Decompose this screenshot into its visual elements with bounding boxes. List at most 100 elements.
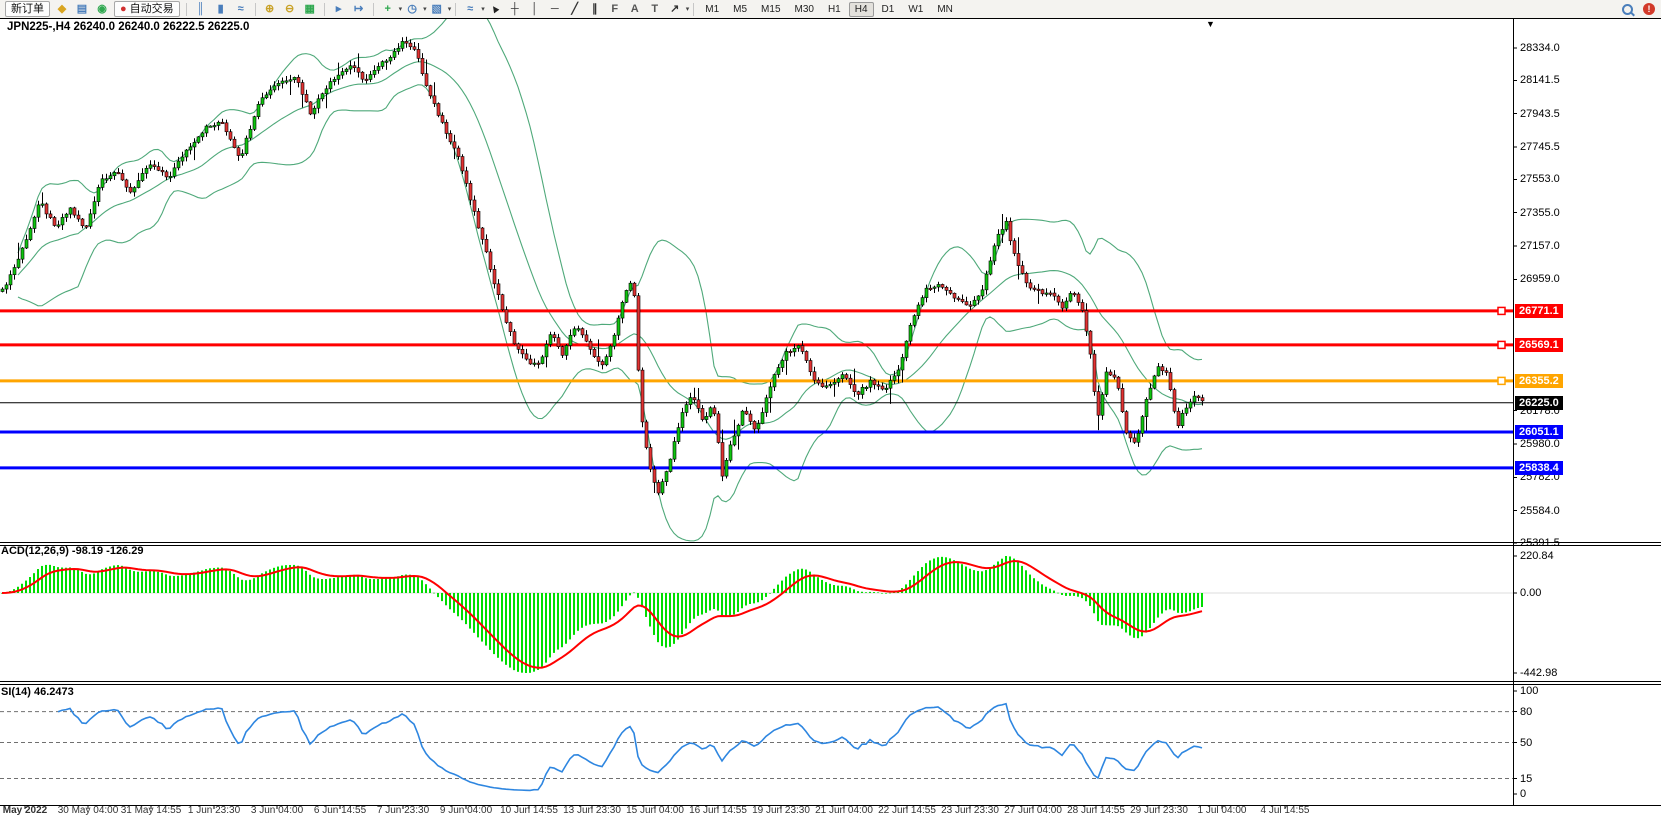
new-chart-icon[interactable]: ▤ [75,2,89,16]
time-axis-label: 7 Jun 23:30 [377,805,429,815]
toolbar-separator [693,3,694,16]
toolbar-separator [255,3,256,16]
line-chart-icon[interactable]: ≈ [234,2,248,16]
level-price-label: 26051.1 [1515,425,1563,439]
toolbar-separator [455,3,456,16]
chart-shift-icon[interactable]: ↦ [352,2,366,16]
time-axis-label: 27 Jun 04:00 [1004,805,1062,815]
auto-scroll-icon[interactable]: ▸ [332,2,346,16]
tf-m30[interactable]: M30 [789,2,820,17]
chart-shift-marker: ▼ [1206,19,1215,29]
time-axis-label: 10 Jun 14:55 [500,805,558,815]
macd-tick-label: 220.84 [1520,550,1554,562]
time-axis-label: 16 Jun 14:55 [689,805,747,815]
time-axis-label: 6 Jun 14:55 [314,805,366,815]
time-axis-label: 4 Jul 14:55 [1261,805,1310,815]
tf-w1[interactable]: W1 [902,2,929,17]
price-tick-label: 25980.0 [1520,438,1560,450]
level-price-label: 26771.1 [1515,304,1563,318]
level-price-label: 26569.1 [1515,338,1563,352]
macd-tick-label: -442.98 [1520,667,1557,679]
tf-m15[interactable]: M15 [755,2,786,17]
indicator-window-icon[interactable]: ≈ [463,2,477,16]
price-tick-label: 27553.0 [1520,173,1560,185]
zoom-out-icon[interactable]: ⊖ [283,2,297,16]
candlestick-chart-icon[interactable]: ▮ [214,2,228,16]
equidistant-channel-icon[interactable]: ∥ [588,2,602,16]
time-axis-label: 1 Jul 04:00 [1198,805,1247,815]
time-axis-label: 13 Jun 23:30 [563,805,621,815]
templates-button[interactable]: ▧ [430,2,444,16]
signals-icon[interactable]: ◉ [95,2,109,16]
time-axis-label: 30 May 04:00 [58,805,119,815]
rsi-tick-label: 100 [1520,685,1538,697]
fibonacci-icon[interactable]: F [608,2,622,16]
toolbar-separator [373,3,374,16]
trendline-icon[interactable]: ╱ [568,2,582,16]
search-icon[interactable] [1622,4,1633,15]
time-axis-label: 29 Jun 23:30 [1130,805,1188,815]
time-axis-label: 15 Jun 04:00 [626,805,684,815]
time-axis-label: 28 Jun 14:55 [1067,805,1125,815]
time-axis-label: 9 Jun 04:00 [440,805,492,815]
price-tick-label: 27355.0 [1520,207,1560,219]
zoom-in-icon[interactable]: ⊕ [263,2,277,16]
crosshair-icon[interactable]: ┼ [508,2,522,16]
tf-m5[interactable]: M5 [727,2,753,17]
price-tick-label: 25584.0 [1520,505,1560,517]
tf-d1[interactable]: D1 [876,2,901,17]
alerts-icon[interactable]: ! [1643,3,1655,15]
level-price-label: 26225.0 [1515,396,1563,410]
toolbar-separator [186,3,187,16]
price-tick-label: 27745.5 [1520,141,1560,153]
price-tick-label: 26959.0 [1520,273,1560,285]
market-watch-icon[interactable]: ◆ [55,2,69,16]
indicators-button[interactable]: + [381,2,395,16]
tf-mn[interactable]: MN [931,2,959,17]
tf-h1[interactable]: H1 [822,2,847,17]
tf-h4[interactable]: H4 [849,2,874,17]
time-axis-label: 1 Jun 23:30 [188,805,240,815]
macd-label: ACD(12,26,9) -98.19 -126.29 [1,545,143,557]
tile-windows-icon[interactable]: ▦ [303,2,317,16]
price-tick-label: 28141.5 [1520,74,1560,86]
rsi-tick-label: 0 [1520,788,1526,800]
price-tick-label: 28334.0 [1520,42,1560,54]
templates-button-dropdown[interactable]: ▾ [448,5,452,13]
arrows-icon[interactable]: ↗ [668,2,682,16]
bar-chart-icon[interactable]: ║ [194,2,208,16]
level-price-label: 25838.4 [1515,461,1563,475]
rsi-label: SI(14) 46.2473 [1,686,74,698]
price-tick-label: 25391.5 [1520,537,1560,549]
periods-button-dropdown[interactable]: ▾ [423,5,427,13]
mt4-window: 新订单◆▤◉●自动交易║▮≈⊕⊖▦▸↦+▾◷▾▧▾≈▾▲┼│─╱∥FAT↗▾M1… [0,0,1661,815]
time-axis-label: 31 May 14:55 [121,805,182,815]
chart-canvas[interactable] [0,0,1661,815]
time-axis-label: 21 Jun 04:00 [815,805,873,815]
price-tick-label: 27943.5 [1520,108,1560,120]
time-axis-label: 22 Jun 14:55 [878,805,936,815]
macd-tick-label: 0.00 [1520,587,1541,599]
rsi-tick-label: 80 [1520,706,1532,718]
rsi-tick-label: 50 [1520,737,1532,749]
time-axis-label: 3 Jun 04:00 [251,805,303,815]
auto-trading-button[interactable]: ●自动交易 [114,1,180,17]
vertical-line-icon[interactable]: │ [528,2,542,16]
chart-title: JPN225-,H4 26240.0 26240.0 26222.5 26225… [7,21,249,33]
arrows-icon-dropdown[interactable]: ▾ [686,5,690,13]
time-axis-label: 19 Jun 23:30 [752,805,810,815]
toolbar: 新订单◆▤◉●自动交易║▮≈⊕⊖▦▸↦+▾◷▾▧▾≈▾▲┼│─╱∥FAT↗▾M1… [0,0,1661,18]
tf-m1[interactable]: M1 [699,2,725,17]
indicators-button-dropdown[interactable]: ▾ [399,5,403,13]
horizontal-line-icon[interactable]: ─ [548,2,562,16]
indicator-window-icon-dropdown[interactable]: ▾ [481,5,485,13]
periods-button[interactable]: ◷ [405,2,419,16]
text-label-icon[interactable]: T [648,2,662,16]
time-axis-label: 23 Jun 23:30 [941,805,999,815]
cursor-icon[interactable]: ▲ [485,0,504,19]
new-order-button[interactable]: 新订单 [5,1,50,17]
price-tick-label: 27157.0 [1520,240,1560,252]
time-axis-label: May 2022 [3,805,47,815]
level-price-label: 26355.2 [1515,374,1563,388]
text-icon[interactable]: A [628,2,642,16]
